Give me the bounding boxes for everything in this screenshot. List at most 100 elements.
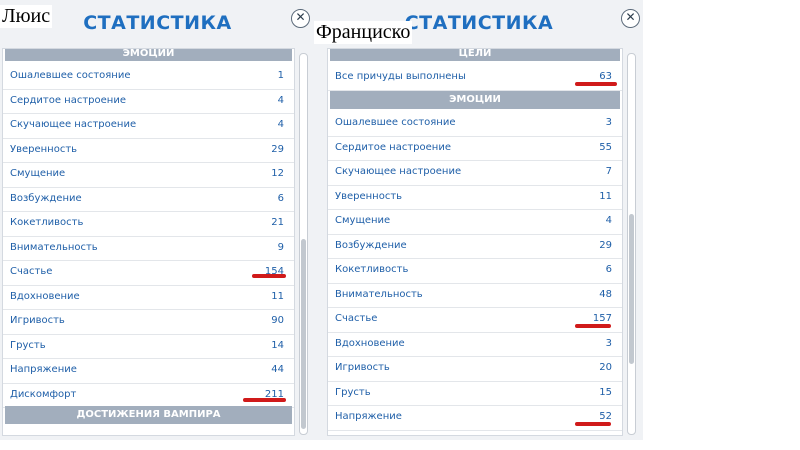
stat-value: 52 [599,411,612,422]
stat-row: Напряжение 52 [328,405,622,431]
stat-label: Внимательность [10,241,98,253]
stat-label: Вдохновение [335,337,405,349]
scrollbar[interactable] [299,53,308,435]
scrollbar-thumb[interactable] [629,214,634,364]
stat-value: 15 [599,386,612,398]
stat-row: Напряжение 44 [3,358,294,384]
stat-label: Кокетливость [10,217,84,228]
stat-value: 11 [599,190,612,202]
stat-row: Кокетливость 21 [3,211,294,237]
stats-panel-right: СТАТИСТИКА ✕ ЦЕЛИ Все причуды выполнены … [315,0,643,440]
stats-list[interactable]: ЦЕЛИ Все причуды выполнены 63 ЭМОЦИИ Оша… [327,48,623,436]
stat-value: 9 [277,241,284,253]
stat-value: 4 [277,94,284,106]
stat-row: Внимательность 48 [328,283,622,308]
stat-label: Скучающее настроение [10,119,137,130]
stat-label: Игривость [335,362,390,373]
stat-label: Скучающее настроение [335,166,462,177]
stat-value: 63 [599,71,612,82]
annotation-underline-happiness [252,274,286,278]
stat-label: Возбуждение [10,192,82,204]
stat-row: Игривость 90 [3,309,294,335]
stat-value: 48 [599,288,612,300]
annotation-underline-happiness [575,324,611,328]
stat-row: Грусть 14 [3,334,294,359]
stat-value: 11 [271,290,284,302]
stat-label: Сердитое настроение [335,141,451,153]
section-header-goals: ЦЕЛИ [330,49,620,61]
close-button[interactable]: ✕ [291,9,310,28]
stat-label: Ошалевшее состояние [10,70,131,81]
annotation-underline-goals [575,82,617,86]
stat-value: 3 [605,117,612,128]
section-header-vampire-achievements[interactable]: ДОСТИЖЕНИЯ ВАМПИРА [5,406,292,424]
stat-label: Грусть [335,386,371,398]
stat-value: 20 [599,362,612,373]
stat-row: Смущение 12 [3,162,294,188]
stat-value: 29 [271,143,284,155]
stat-value: 1 [277,70,284,81]
stat-label: Все причуды выполнены [335,71,466,82]
section-header-emotions: ЭМОЦИИ [5,49,292,61]
stat-value: 14 [271,339,284,351]
stat-label: Напряжение [10,364,77,375]
close-button[interactable]: ✕ [621,9,640,28]
stat-row: Ошалевшее состояние 1 [3,64,294,90]
stat-label: Внимательность [335,288,423,300]
stat-label: Смущение [10,168,66,179]
stat-label: Ошалевшее состояние [335,117,456,128]
stat-row-goal: Все причуды выполнены 63 [328,65,622,91]
scrollbar[interactable] [627,53,636,435]
stat-row: Сердитое настроение 55 [328,136,622,161]
stat-label: Счастье [10,266,53,277]
stat-row: Вдохновение 11 [3,285,294,310]
stat-row: Уверенность 11 [328,185,622,210]
stat-label: Кокетливость [335,264,409,275]
stat-value: 29 [599,239,612,251]
section-header-emotions: ЭМОЦИИ [330,91,620,109]
stat-label: Напряжение [335,411,402,422]
annotation-underline-discomfort [243,398,286,402]
stat-row: Игривость 20 [328,356,622,382]
stat-row: Сердитое настроение 4 [3,89,294,114]
stat-value: 44 [271,364,284,375]
stat-row: Счастье 154 [3,260,294,286]
sim-name-label-left: Люис [0,5,53,28]
stats-panel-left: СТАТИСТИКА ✕ ЭМОЦИИ Ошалевшее состояние 1… [0,0,315,440]
stat-label: Вдохновение [10,290,80,302]
stats-list[interactable]: ЭМОЦИИ Ошалевшее состояние 1 Сердитое наст… [2,48,295,436]
stat-value: 21 [271,217,284,228]
stat-value: 12 [271,168,284,179]
stat-row: Скучающее настроение 7 [328,160,622,186]
stat-value: 6 [277,192,284,204]
stat-label: Грусть [10,339,46,351]
stat-row: Грусть 15 [328,381,622,406]
stat-row: Возбуждение 6 [3,187,294,212]
annotation-underline-tension [575,422,611,426]
stat-value: 55 [599,141,612,153]
stat-label: Уверенность [10,143,78,155]
stat-label: Сердитое настроение [10,94,126,106]
stat-label: Счастье [335,313,378,324]
stat-value: 3 [605,337,612,349]
stat-row: Уверенность 29 [3,138,294,163]
stat-label: Уверенность [335,190,403,202]
stat-value: 157 [592,313,612,324]
scrollbar-thumb[interactable] [301,239,306,429]
stat-value: 6 [605,264,612,275]
stat-row: Счастье 157 [328,307,622,333]
stat-label: Возбуждение [335,239,407,251]
stat-row: Возбуждение 29 [328,234,622,259]
stat-value: 4 [277,119,284,130]
stat-row: Вдохновение 3 [328,332,622,357]
stat-row: Ошалевшее состояние 3 [328,111,622,137]
stat-label: Смущение [335,215,391,226]
stat-value: 4 [605,215,612,226]
stat-row: Скучающее настроение 4 [3,113,294,139]
stat-value: 7 [605,166,612,177]
stat-row: Смущение 4 [328,209,622,235]
stat-label: Игривость [10,315,65,326]
sim-name-label-right: Франциско [314,21,413,44]
stat-row: Кокетливость 6 [328,258,622,284]
stat-value: 90 [271,315,284,326]
